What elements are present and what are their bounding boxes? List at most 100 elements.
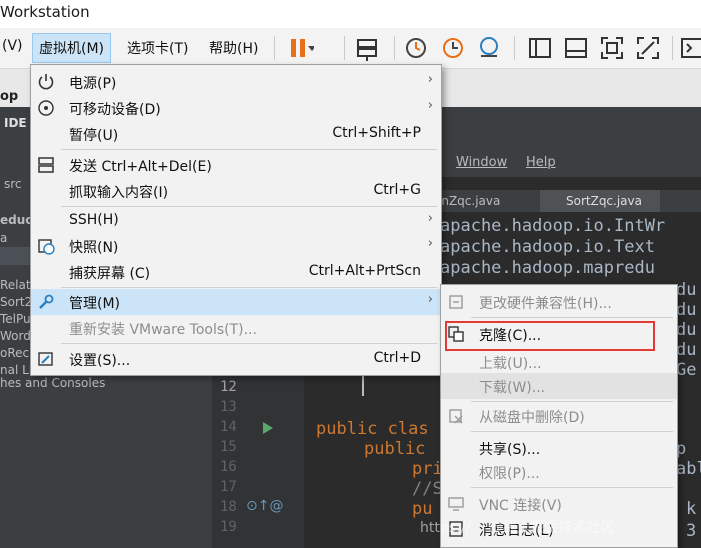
project-tree-item[interactable]: Word <box>0 329 31 343</box>
line-number: 13 <box>220 399 237 415</box>
menu-item-label: 重新安装 VMware Tools(T)... <box>69 322 257 338</box>
code-fragment: abl <box>676 459 701 479</box>
power-icon <box>38 74 54 90</box>
ide-menu-help[interactable]: Help <box>526 155 556 170</box>
line-number: 15 <box>220 439 237 455</box>
menu-item-grab-input[interactable]: 抓取输入内容(I) Ctrl+G <box>31 178 441 204</box>
keyboard-icon <box>38 157 54 173</box>
file-tab-active[interactable]: SortZqc.java <box>566 194 642 208</box>
window-title: Workstation <box>0 3 90 21</box>
menu-item-label: 发送 Ctrl+Alt+Del(E) <box>69 159 212 175</box>
line-number: 18 <box>220 499 237 515</box>
project-tree-item[interactable]: educ <box>0 213 32 227</box>
menu-vm[interactable]: 虚拟机(M) <box>32 33 112 63</box>
menu-tabs[interactable]: 选项卡(T) <box>127 38 188 58</box>
console-button[interactable] <box>680 34 701 62</box>
menu-view[interactable]: (V) <box>2 38 23 54</box>
menu-item-label: 抓取输入内容(I) <box>69 185 169 201</box>
menu-separator <box>471 431 673 432</box>
submenu-item-download: 下载(W)... <box>441 373 677 399</box>
project-tree-item[interactable]: Sort2 <box>0 295 32 309</box>
send-keys-button[interactable] <box>354 34 382 62</box>
menu-item-send-ctrl-alt-del[interactable]: 发送 Ctrl+Alt+Del(E) <box>31 152 441 178</box>
fullscreen-button[interactable] <box>598 34 626 62</box>
code-keyword-line: public <box>364 439 426 459</box>
snapshot-button[interactable] <box>403 34 431 62</box>
code-fragment: 3 <box>686 521 697 541</box>
wrench-icon <box>39 294 54 309</box>
submenu-arrow-icon: › <box>427 72 433 87</box>
run-gutter-icon[interactable] <box>262 420 274 439</box>
thumbnail-toggle-button[interactable] <box>562 34 590 62</box>
menu-item-ssh[interactable]: SSH(H) › <box>31 208 441 234</box>
menu-item-label: 管理(M) <box>69 296 121 312</box>
submenu-item-label: VNC 连接(V) <box>479 498 562 514</box>
unity-button[interactable] <box>634 34 662 62</box>
submenu-item-label: 权限(P)... <box>479 466 540 482</box>
menu-item-shortcut: Ctrl+Shift+P <box>332 125 421 141</box>
code-fragment: du <box>676 300 697 320</box>
toolbar-separator <box>274 36 275 60</box>
submenu-item-delete-from-disk: 从磁盘中删除(D) <box>441 403 677 429</box>
menu-help[interactable]: 帮助(H) <box>209 38 258 58</box>
menu-item-reinstall-tools: 重新安装 VMware Tools(T)... <box>31 315 441 341</box>
project-tree-item[interactable]: src <box>4 177 22 191</box>
menu-item-label: 捕获屏幕 (C) <box>69 266 151 282</box>
toolbar-separator <box>344 36 345 60</box>
menu-item-label: 快照(N) <box>69 240 119 256</box>
text-caret <box>362 376 364 396</box>
fullscreen-icon <box>601 37 623 59</box>
code-line: apache.hadoop.io.Text <box>440 237 655 257</box>
menu-separator <box>61 343 437 344</box>
menu-item-capture-screen[interactable]: 捕获屏幕 (C) Ctrl+Alt+PrtScn <box>31 259 441 285</box>
ide-label: IDE <box>4 116 27 130</box>
manage-submenu: 更改硬件兼容性(H)... 克隆(C)... 上载(U)... 下载(W)...… <box>440 284 678 548</box>
revert-snapshot-button[interactable] <box>439 34 467 62</box>
menu-item-removable-devices[interactable]: 可移动设备(D) › <box>31 95 441 121</box>
ide-menu-window[interactable]: Window <box>456 155 507 170</box>
menu-item-power[interactable]: 电源(P) › <box>31 69 441 95</box>
pause-icon <box>291 39 316 57</box>
panel-icon <box>565 38 587 58</box>
menu-item-settings[interactable]: 设置(S)... Ctrl+D <box>31 346 441 372</box>
toolbar-separator <box>514 36 515 60</box>
code-line: apache.hadoop.io.IntWr <box>440 216 666 236</box>
pause-button[interactable] <box>286 34 316 62</box>
submenu-item-label: 共享(S)... <box>479 442 541 458</box>
menu-item-shortcut: Ctrl+G <box>373 182 422 198</box>
project-tree-item[interactable]: TelPu <box>0 312 31 326</box>
unity-icon <box>637 37 659 59</box>
project-tree-item[interactable]: oRec <box>0 346 29 360</box>
submenu-item-label: 下载(W)... <box>479 380 546 396</box>
code-keyword-line: pu <box>412 499 433 519</box>
submenu-item-label: 更改硬件兼容性(H)... <box>479 296 612 312</box>
file-tab[interactable]: onZqc.java <box>434 194 500 208</box>
project-tree-item[interactable]: nal Li <box>0 363 32 377</box>
vm-tab-label[interactable]: op <box>0 89 18 104</box>
submenu-item-upload: 上载(U)... <box>441 349 677 375</box>
snapshot-manager-button[interactable] <box>475 34 503 62</box>
line-number: 16 <box>220 459 237 475</box>
watermark: https://… @稀土掘金技术社区 <box>420 520 615 536</box>
menu-item-snapshot[interactable]: 快照(N) › <box>31 233 441 259</box>
menu-separator <box>61 149 437 150</box>
hardware-icon <box>449 295 463 309</box>
submenu-item-hardware-compat: 更改硬件兼容性(H)... <box>441 289 677 315</box>
project-tree-item[interactable]: Relat <box>0 278 31 292</box>
override-gutter-marks[interactable]: ⊙↑@ <box>246 498 283 514</box>
code-fragment: du <box>676 320 697 340</box>
project-tree-item[interactable]: a <box>0 231 7 245</box>
scratches-item[interactable]: hes and Consoles <box>0 376 105 390</box>
code-fragment: du <box>676 340 697 360</box>
submenu-item-permissions: 权限(P)... <box>441 459 677 485</box>
sidebar-toggle-button[interactable] <box>526 34 554 62</box>
vm-menu: 电源(P) › 可移动设备(D) › 暂停(U) Ctrl+Shift+P 发送… <box>30 64 442 376</box>
menu-item-pause[interactable]: 暂停(U) Ctrl+Shift+P <box>31 121 441 147</box>
menu-item-manage[interactable]: 管理(M) › <box>31 289 441 315</box>
line-number: 19 <box>220 519 237 535</box>
revert-clock-icon <box>443 38 463 58</box>
menu-item-label: SSH(H) <box>69 212 119 228</box>
menu-separator <box>61 206 437 207</box>
submenu-arrow-icon: › <box>427 98 433 113</box>
submenu-item-share[interactable]: 共享(S)... <box>441 435 677 461</box>
